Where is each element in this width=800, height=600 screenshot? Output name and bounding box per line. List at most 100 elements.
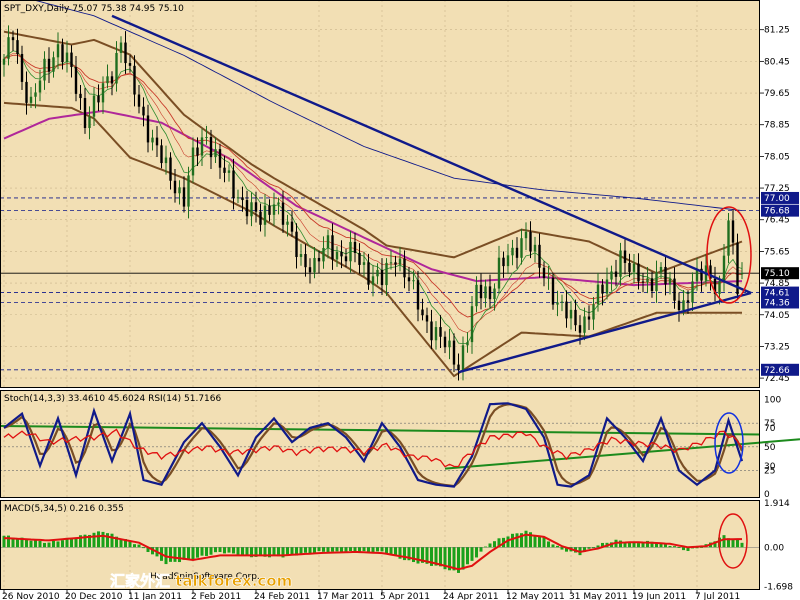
- macd-bar: [682, 547, 685, 551]
- candle-body: [7, 37, 10, 59]
- candle-body: [632, 263, 636, 272]
- candle-body: [47, 58, 51, 72]
- price-box-label: 72.66: [764, 366, 790, 376]
- macd-bar: [322, 547, 325, 552]
- candle-body: [385, 262, 388, 286]
- price-box-label: 77.00: [764, 194, 790, 204]
- candle-body: [295, 231, 298, 258]
- candle-body: [412, 280, 415, 282]
- macd-bar: [673, 546, 676, 548]
- price-box-label: 76.68: [764, 207, 790, 217]
- candle-body: [340, 251, 343, 257]
- candle-body: [151, 137, 154, 143]
- candle-body: [146, 115, 150, 143]
- candle-body: [569, 309, 573, 319]
- candle-body: [349, 241, 352, 262]
- macd-bar: [547, 541, 550, 548]
- candle-body: [353, 241, 357, 253]
- candle-body: [79, 93, 82, 99]
- macd-bar: [245, 547, 249, 556]
- candle-body: [646, 278, 649, 283]
- macd-bar: [380, 547, 384, 552]
- candle-body: [200, 137, 204, 156]
- candle-body: [322, 247, 325, 262]
- candle-body: [403, 258, 406, 278]
- main-header: SPT_DXY,Daily 75.07 75.38 74.95 75.10: [4, 4, 184, 14]
- candle-body: [155, 137, 159, 146]
- candle-body: [88, 116, 91, 129]
- price-tick-label: 80.45: [764, 57, 790, 67]
- candle-body: [628, 262, 631, 272]
- candle-body: [475, 284, 478, 307]
- candle-body: [169, 157, 172, 181]
- macd-bar: [223, 547, 226, 554]
- main-panel: [0, 0, 760, 388]
- macd-bar: [668, 545, 672, 548]
- candle-body: [389, 262, 393, 264]
- macd-bar: [25, 539, 28, 548]
- macd-bar: [133, 544, 136, 548]
- candle-body: [376, 269, 379, 277]
- candle-body: [173, 180, 177, 194]
- candle-body: [97, 95, 100, 103]
- candle-body: [25, 81, 28, 103]
- macd-bar: [722, 535, 726, 548]
- candle-body: [313, 257, 316, 273]
- candle-body: [227, 170, 231, 173]
- macd-bar: [47, 542, 51, 548]
- macd-bar: [173, 547, 177, 562]
- candle-body: [592, 304, 595, 320]
- candle-body: [317, 257, 321, 262]
- candle-body: [547, 277, 550, 279]
- candle-body: [398, 258, 402, 265]
- macd-bar: [335, 547, 339, 552]
- price-tick-label: 81.25: [764, 26, 790, 36]
- price-tick-label: 78.05: [764, 152, 790, 162]
- time-tick-label: 2 Feb 2011: [191, 592, 241, 600]
- macd-bar: [169, 547, 172, 562]
- candle-body: [529, 231, 532, 252]
- time-tick-label: 26 Nov 2010: [2, 592, 60, 600]
- price-box-label: 74.36: [764, 298, 790, 308]
- candle-body: [362, 262, 366, 265]
- stoch-tick-label: 50: [764, 443, 776, 453]
- candle-body: [511, 247, 514, 256]
- candle-body: [533, 244, 537, 252]
- candle-body: [601, 284, 604, 294]
- candle-body: [326, 235, 330, 248]
- candle-body: [565, 301, 568, 319]
- candle-body: [259, 211, 262, 225]
- candle-body: [538, 244, 541, 268]
- candle-body: [722, 255, 726, 282]
- candle-body: [484, 286, 487, 299]
- macd-bar: [304, 547, 307, 553]
- price-tick-label: 79.65: [764, 89, 790, 99]
- candle-body: [110, 76, 114, 84]
- candle-body: [520, 238, 523, 258]
- macd-bar: [736, 539, 739, 548]
- candle-body: [232, 170, 235, 199]
- candle-body: [434, 327, 438, 341]
- candle-body: [191, 147, 195, 176]
- macd-bar: [227, 547, 231, 553]
- price-tick-label: 75.65: [764, 247, 790, 257]
- macd-bar: [43, 542, 46, 548]
- candle-body: [691, 281, 694, 303]
- candle-body: [236, 197, 240, 199]
- candle-body: [443, 336, 447, 348]
- time-tick-label: 31 May 2011: [569, 592, 628, 600]
- candle-body: [196, 147, 199, 156]
- candle-body: [497, 257, 501, 289]
- macd-bar: [470, 547, 474, 561]
- candle-body: [416, 280, 420, 310]
- candle-body: [659, 266, 663, 273]
- macd-bar: [533, 535, 537, 548]
- candle-body: [556, 302, 559, 305]
- macd-tick-label: 0.00: [764, 543, 784, 553]
- candle-body: [187, 175, 190, 207]
- macd-bar: [214, 547, 217, 553]
- time-tick-label: 19 Jun 2011: [632, 592, 686, 600]
- candle-body: [52, 57, 55, 72]
- macd-bar: [619, 540, 622, 548]
- candle-body: [623, 250, 627, 263]
